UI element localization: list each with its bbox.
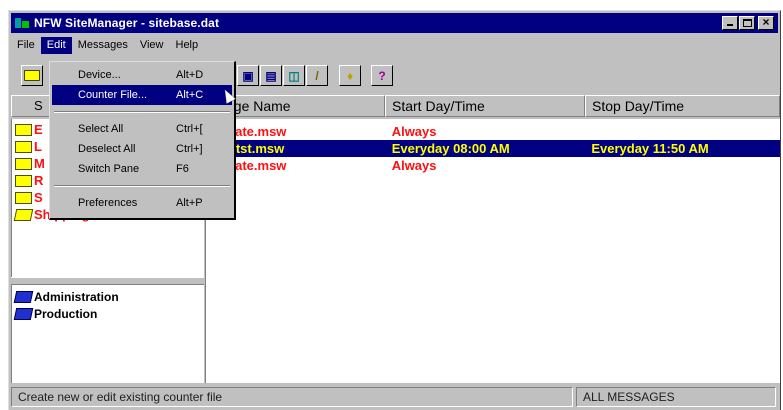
menu-view[interactable]: View: [134, 37, 170, 54]
document-icon: ▣: [242, 68, 254, 83]
menu-item-preferences[interactable]: Preferences Alt+P: [52, 193, 232, 213]
menu-separator: [54, 185, 230, 187]
status-message: Create new or edit existing counter file: [11, 387, 573, 407]
toolbar-button-3[interactable]: ◫: [283, 65, 305, 86]
folder-icon: [13, 307, 34, 320]
open-folder-icon: [13, 208, 34, 221]
pane-splitter[interactable]: [11, 277, 204, 285]
list-header: ssage Name Start Day/Time Stop Day/Time: [205, 95, 780, 117]
display-icon: ◫: [288, 68, 300, 83]
menu-messages[interactable]: Messages: [72, 37, 134, 54]
folder-icon: [15, 174, 32, 187]
tree-item-administration[interactable]: Administration: [12, 288, 204, 305]
toolbar-button-2[interactable]: ▤: [260, 65, 282, 86]
message-list[interactable]: nedate.msw Always idthtst.msw Everyday 0…: [205, 119, 780, 383]
folder-icon: [15, 123, 32, 136]
copy-icon: ▤: [265, 68, 277, 83]
table-row[interactable]: nimate.msw Always: [206, 157, 780, 174]
folder-icon: [24, 70, 40, 81]
folder-icon: [13, 290, 34, 303]
close-icon: ×: [762, 15, 770, 29]
toolbar-button-6[interactable]: ?: [371, 65, 393, 86]
status-bar: Create new or edit existing counter file…: [11, 387, 778, 409]
toolbar-button-4[interactable]: /: [306, 65, 328, 86]
menu-edit[interactable]: Edit: [40, 36, 72, 54]
app-icon: [15, 16, 29, 30]
tree-item-production[interactable]: Production: [12, 305, 204, 322]
key-icon: ?: [378, 68, 386, 83]
minimize-button[interactable]: [722, 16, 738, 30]
column-header-start[interactable]: Start Day/Time: [385, 95, 585, 117]
window-controls: ×: [721, 15, 774, 30]
open-folder-button[interactable]: [21, 65, 43, 86]
window-title: NFW SiteManager - sitebase.dat: [34, 16, 220, 30]
menu-help[interactable]: Help: [170, 37, 205, 54]
menu-item-switch-pane[interactable]: Switch Pane F6: [52, 159, 232, 179]
maximize-button[interactable]: [739, 16, 755, 30]
title-bar[interactable]: NFW SiteManager - sitebase.dat ×: [11, 13, 778, 33]
message-list-pane: ssage Name Start Day/Time Stop Day/Time …: [205, 93, 780, 383]
folder-icon: [15, 191, 32, 204]
menu-separator: [54, 111, 230, 113]
edit-menu-dropdown: Device... Alt+D Counter File... Alt+C Sele…: [49, 61, 236, 220]
menu-item-counter-file[interactable]: Counter File... Alt+C: [52, 85, 236, 105]
status-mode: ALL MESSAGES: [576, 387, 776, 407]
menu-item-select-all[interactable]: Select All Ctrl+[: [52, 119, 232, 139]
menu-item-device[interactable]: Device... Alt+D: [52, 65, 232, 85]
pencil-icon: /: [315, 68, 319, 83]
toolbar-button-1[interactable]: ▣: [237, 65, 259, 86]
menu-bar: File Edit Messages View Help: [11, 36, 778, 54]
lightbulb-icon: ♦: [346, 68, 354, 83]
folder-icon: [15, 157, 32, 170]
department-list[interactable]: Administration Production: [11, 285, 204, 383]
close-button[interactable]: ×: [758, 15, 774, 30]
menu-file[interactable]: File: [11, 37, 41, 54]
toolbar-button-5[interactable]: ♦: [339, 65, 361, 86]
table-row-selected[interactable]: idthtst.msw Everyday 08:00 AM Everyday 1…: [206, 140, 780, 157]
folder-icon: [15, 140, 32, 153]
maximize-icon: [743, 19, 752, 27]
minimize-icon: [727, 24, 733, 26]
mouse-cursor-icon: [220, 87, 236, 104]
table-row[interactable]: nedate.msw Always: [206, 123, 780, 140]
menu-item-deselect-all[interactable]: Deselect All Ctrl+]: [52, 139, 232, 159]
column-header-stop[interactable]: Stop Day/Time: [585, 95, 780, 117]
